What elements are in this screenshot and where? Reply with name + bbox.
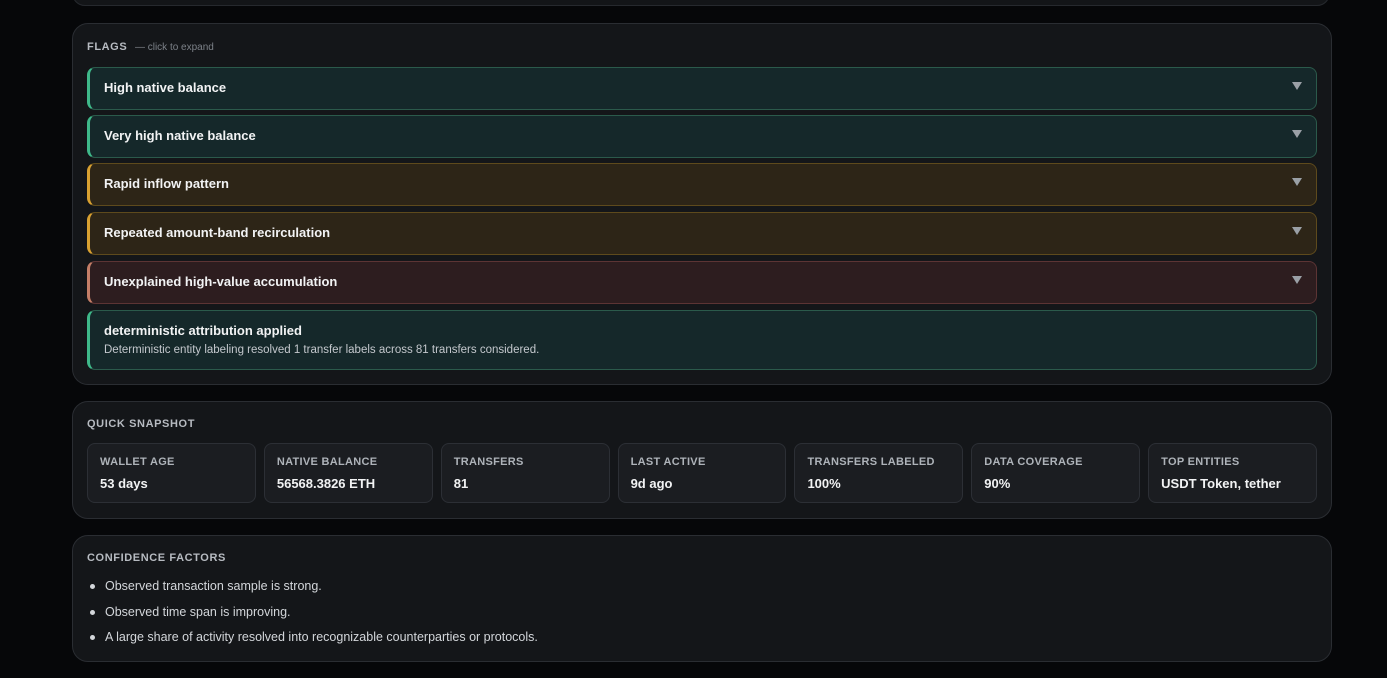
- quick-snapshot-title: QUICK SNAPSHOT: [87, 418, 196, 430]
- bullet-icon: [90, 635, 95, 640]
- flags-hint: — click to expand: [134, 42, 214, 53]
- stat-label: DATA COVERAGE: [984, 456, 1083, 468]
- flag-high-native-balance[interactable]: High native balance: [87, 67, 1317, 110]
- stat-label: TOP ENTITIES: [1161, 456, 1240, 468]
- snapshot-stats: WALLET AGE 53 days NATIVE BALANCE 56568.…: [87, 443, 1318, 503]
- chevron-down-icon: [1292, 130, 1302, 138]
- chevron-down-icon: [1292, 227, 1302, 235]
- stat-value: 90%: [984, 476, 1011, 491]
- factor-text: Observed time span is improving.: [105, 604, 291, 619]
- flag-label: High native balance: [104, 80, 227, 95]
- stat-data-coverage: DATA COVERAGE 90%: [971, 443, 1141, 503]
- flag-label: Repeated amount-band recirculation: [104, 225, 331, 240]
- bullet-icon: [90, 584, 95, 589]
- previous-panel-edge: [72, 0, 1330, 6]
- stat-label: LAST ACTIVE: [630, 456, 706, 468]
- flag-label: Unexplained high-value accumulation: [104, 274, 338, 289]
- flags-title: FLAGS — click to expand: [87, 41, 214, 53]
- stat-value: 81: [453, 476, 469, 491]
- stat-value: 53 days: [100, 476, 148, 491]
- confidence-factors-list: Observed transaction sample is strong. O…: [87, 577, 538, 654]
- chevron-down-icon: [1292, 276, 1302, 284]
- confidence-factors-title: CONFIDENCE FACTORS: [87, 552, 226, 564]
- stat-last-active: LAST ACTIVE 9d ago: [617, 443, 787, 503]
- chevron-down-icon: [1292, 82, 1302, 90]
- chevron-down-icon: [1292, 178, 1302, 186]
- stat-value: 56568.3826 ETH: [276, 476, 376, 491]
- attribution-info-card: deterministic attribution applied Determ…: [87, 310, 1317, 370]
- flag-label: Rapid inflow pattern: [104, 176, 229, 191]
- factor-text: A large share of activity resolved into …: [105, 630, 538, 644]
- flag-very-high-native-balance[interactable]: Very high native balance: [87, 115, 1317, 158]
- flags-panel: FLAGS — click to expand High native bala…: [72, 23, 1332, 385]
- flag-unexplained-high-value-accumulation[interactable]: Unexplained high-value accumulation: [87, 261, 1317, 304]
- quick-snapshot-panel: QUICK SNAPSHOT WALLET AGE 53 days NATIVE…: [72, 401, 1332, 519]
- bullet-icon: [90, 609, 95, 615]
- stat-label: NATIVE BALANCE: [276, 456, 378, 468]
- stat-transfers: TRANSFERS 81: [440, 443, 610, 503]
- flag-rapid-inflow-pattern[interactable]: Rapid inflow pattern: [87, 163, 1317, 206]
- list-item: A large share of activity resolved into …: [87, 628, 538, 654]
- list-item: Observed transaction sample is strong.: [87, 577, 538, 603]
- stat-value: 100%: [807, 476, 841, 491]
- stat-label: TRANSFERS: [453, 456, 524, 468]
- stat-label: WALLET AGE: [100, 456, 175, 468]
- flags-title-text: FLAGS: [87, 41, 128, 53]
- confidence-factors-panel: CONFIDENCE FACTORS Observed transaction …: [72, 535, 1332, 662]
- flag-repeated-amount-band-recirculation[interactable]: Repeated amount-band recirculation: [87, 212, 1317, 255]
- stat-native-balance: NATIVE BALANCE 56568.3826 ETH: [263, 443, 433, 503]
- stat-value: USDT Token, tether: [1161, 476, 1281, 491]
- stat-transfers-labeled: TRANSFERS LABELED 100%: [794, 443, 964, 503]
- stat-wallet-age: WALLET AGE 53 days: [87, 443, 256, 503]
- attribution-info-description: Deterministic entity labeling resolved 1…: [104, 344, 540, 356]
- stat-label: TRANSFERS LABELED: [807, 456, 935, 468]
- stat-top-entities: TOP ENTITIES USDT Token, tether: [1148, 443, 1318, 503]
- factor-text: Observed transaction sample is strong.: [105, 579, 322, 593]
- list-item: Observed time span is improving.: [87, 603, 538, 629]
- flag-label: Very high native balance: [104, 128, 256, 143]
- stat-value: 9d ago: [630, 476, 673, 491]
- attribution-info-title: deterministic attribution applied: [104, 323, 302, 338]
